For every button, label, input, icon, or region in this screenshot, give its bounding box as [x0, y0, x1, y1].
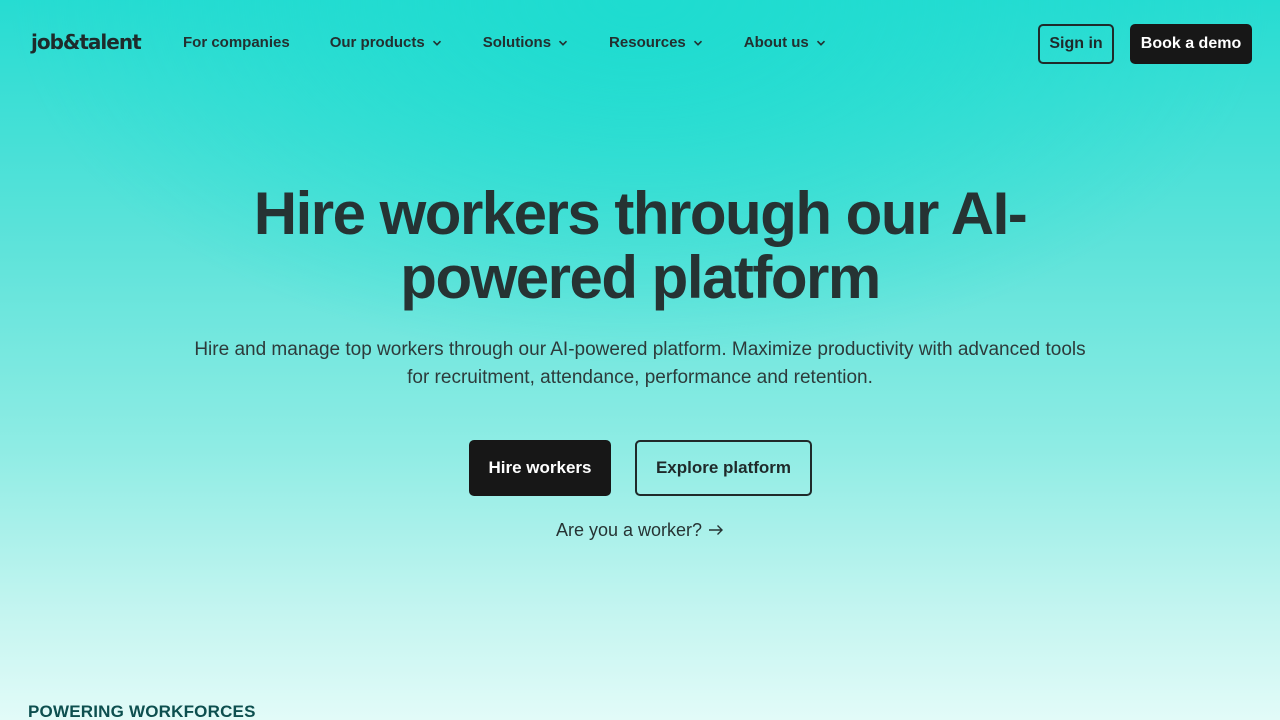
nav-item-label: For companies	[183, 34, 290, 51]
chevron-down-icon	[693, 38, 703, 48]
hero-subtitle: Hire and manage top workers through our …	[194, 339, 1086, 388]
nav-item-label: Solutions	[482, 34, 552, 51]
nav-item-label: Resources	[609, 34, 686, 51]
nav-item-for-companies[interactable]: For companies	[183, 34, 290, 51]
chevron-down-icon	[432, 38, 442, 48]
nav-item-resources[interactable]: Resources	[609, 34, 703, 51]
nav-item-label: About us	[743, 34, 809, 51]
explore-platform-button[interactable]: Explore platform	[635, 440, 812, 496]
nav-item-about-us[interactable]: About us	[744, 34, 826, 51]
nav-item-label: Our products	[329, 34, 425, 51]
chevron-down-icon	[558, 38, 568, 48]
worker-link-label: Are you a worker?	[555, 520, 703, 540]
chevron-down-icon	[816, 38, 826, 48]
sign-in-button[interactable]: Sign in	[1038, 24, 1114, 64]
worker-link[interactable]: Are you a worker?	[490, 520, 790, 541]
book-demo-button[interactable]: Book a demo	[1130, 24, 1252, 64]
top-navigation: job&talent For companies Our products So…	[0, 0, 1280, 88]
arrow-right-icon	[708, 520, 724, 541]
nav-item-our-products[interactable]: Our products	[330, 34, 442, 51]
job-talent-logo[interactable]: job&talent	[31, 30, 142, 54]
hero-title: Hire workers through our AI-powered plat…	[253, 180, 1028, 311]
powering-workforces-eyebrow: POWERING WORKFORCES	[28, 702, 256, 720]
hire-workers-button[interactable]: Hire workers	[469, 440, 611, 496]
nav-links: For companies Our products Solutions Res…	[183, 34, 826, 51]
nav-item-solutions[interactable]: Solutions	[483, 34, 568, 51]
